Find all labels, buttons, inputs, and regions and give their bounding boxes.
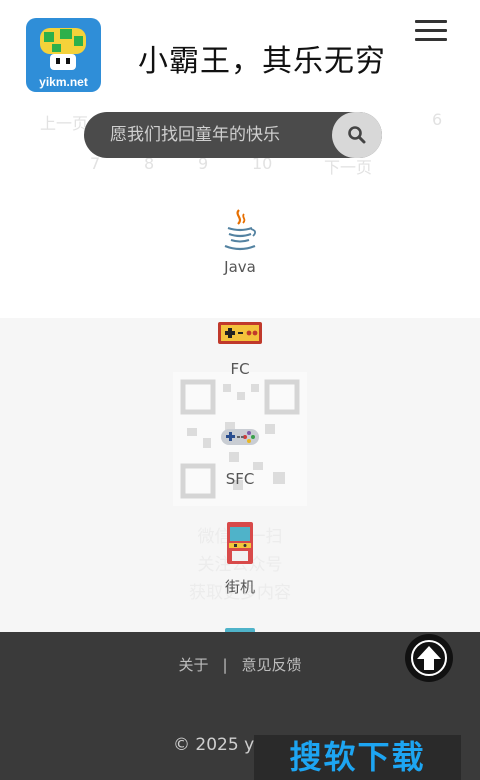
- pager-prev[interactable]: 上一页: [40, 110, 88, 134]
- sfc-controller-icon: [221, 429, 259, 445]
- feedback-link[interactable]: 意见反馈: [242, 656, 302, 674]
- category-label: Java: [224, 258, 256, 276]
- hamburger-menu-icon[interactable]: [415, 20, 447, 44]
- category-label: 街机: [224, 578, 255, 596]
- watermark-banner: 搜软下载: [254, 735, 461, 780]
- search-bar: [84, 112, 382, 158]
- fc-gamepad-icon: [218, 322, 262, 344]
- arcade-cabinet-icon: [227, 522, 253, 564]
- site-logo[interactable]: yikm.net: [26, 18, 101, 92]
- back-to-top-button[interactable]: [405, 634, 453, 682]
- about-link[interactable]: 关于: [178, 656, 208, 674]
- mushroom-logo-icon: [40, 28, 86, 70]
- pager-item[interactable]: 6: [432, 110, 442, 129]
- logo-text: yikm.net: [39, 75, 88, 89]
- java-coffee-icon: [224, 209, 256, 251]
- arrow-up-icon: [411, 640, 447, 676]
- search-input[interactable]: [84, 112, 334, 158]
- link-separator: |: [222, 656, 228, 674]
- category-label: SFC: [225, 470, 255, 488]
- category-arcade[interactable]: 街机: [0, 520, 480, 597]
- menu-bar: [415, 29, 447, 32]
- category-java[interactable]: Java: [0, 206, 480, 276]
- menu-bar: [415, 20, 447, 23]
- search-icon: [348, 126, 366, 144]
- category-fc[interactable]: FC: [0, 320, 480, 378]
- site-title: 小霸王，其乐无穷: [138, 44, 386, 79]
- search-button[interactable]: [332, 112, 382, 158]
- category-sfc[interactable]: SFC: [0, 426, 480, 488]
- category-label: FC: [230, 360, 250, 378]
- menu-bar: [415, 38, 447, 41]
